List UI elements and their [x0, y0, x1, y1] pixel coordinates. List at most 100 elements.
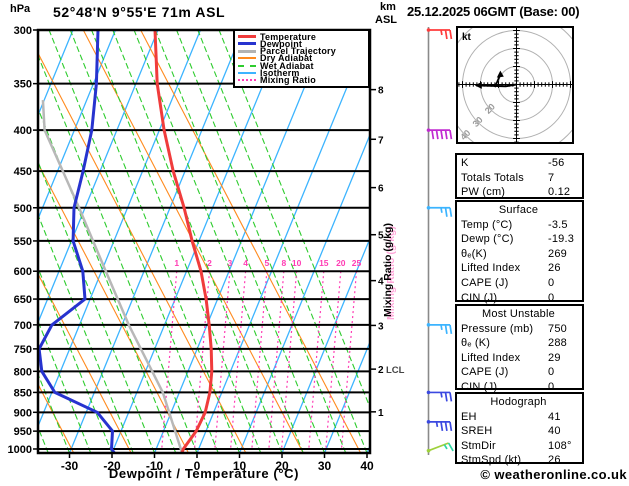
mixing-ratio-line	[230, 271, 247, 450]
panel-block-title: Surface	[498, 204, 539, 216]
panel-block-title: Most Unstable	[482, 308, 555, 320]
panel-row-label: Pressure (mb)	[461, 322, 534, 335]
panel-row-label: StmSpd (kt)	[461, 454, 522, 467]
pressure-tick-label: 600	[14, 266, 32, 278]
panel-row: CAPE (J) 0	[461, 276, 582, 291]
mixing-ratio-value-label: 20	[336, 258, 346, 268]
panel-row-value: 40	[548, 425, 561, 438]
mixing-ratio-lines	[161, 271, 358, 450]
panel-block-indices: K -56 Totals Totals 7 PW (cm) 0.12	[455, 153, 584, 199]
legend-swatch	[238, 35, 256, 38]
wind-barb-half-tick	[440, 207, 443, 213]
panel-block-most-unstable: Most Unstable Pressure (mb) 750 θₑ (K) 288 Li…	[455, 304, 584, 393]
panel-block-surface: Surface Temp (°C) -3.5 Dewp (°C) -19.3 θₑ(K) 2…	[455, 200, 584, 304]
wind-barb-full-tick	[444, 392, 448, 402]
mixing-ratio-value-label: 3	[228, 258, 233, 268]
wind-barb-half-tick	[440, 392, 443, 398]
mixing-ratio-value-label: 5	[264, 258, 269, 268]
legend-item: Mixing Ratio	[238, 75, 368, 86]
panel-row: StmSpd (kt) 26	[461, 453, 582, 468]
pressure-tick-label: 500	[14, 203, 32, 215]
wind-barb	[426, 442, 454, 453]
panel-row: StmDir 108°	[461, 439, 582, 454]
wind-barb-full-tick	[449, 207, 453, 217]
panel-row-label: Lifted Index	[461, 351, 521, 364]
km-tick-label: 2	[378, 365, 384, 376]
panel-row-label: θₑ(K)	[461, 247, 487, 260]
mixing-ratio-value-label: 10	[292, 258, 302, 268]
panel-row: CAPE (J) 0	[461, 365, 582, 380]
hodograph-unit-label: kt	[462, 32, 472, 43]
copyright: © weatheronline.co.uk	[480, 467, 627, 482]
panel-row: Pressure (mb) 750	[461, 322, 582, 337]
panel-row: Totals Totals 7	[461, 171, 582, 186]
panel-row-value: 26	[548, 262, 561, 275]
panel-row-value: -56	[548, 157, 565, 169]
panel-row-label: EH	[461, 410, 477, 423]
wind-barb-half-tick	[443, 444, 448, 450]
pressure-tick-label: 1000	[8, 444, 32, 456]
pressure-tick-label: 700	[14, 320, 32, 332]
panel-row-value: -19.3	[548, 233, 575, 246]
mixing-ratio-line	[268, 271, 285, 450]
panel-row-value: 750	[548, 322, 567, 335]
panel-row-label: Temp (°C)	[461, 218, 513, 231]
wind-barb-full-tick	[449, 421, 453, 431]
panel-row: Lifted Index 26	[461, 261, 582, 276]
legend-swatch	[238, 72, 256, 75]
panel-row-label: K	[461, 157, 469, 169]
mixing-ratio-value-label: 1	[174, 258, 179, 268]
panel-row: Lifted Index 29	[461, 351, 582, 366]
mixing-ratio-line	[308, 271, 325, 450]
panel-row-value: 0	[548, 366, 555, 379]
wind-barb-full-tick	[440, 129, 444, 140]
legend-item: Wet Adiabat	[238, 61, 368, 71]
panel-row-label: CIN (J)	[461, 291, 498, 304]
panel-row-value: 29	[548, 351, 561, 364]
panel-row-label: CAPE (J)	[461, 276, 509, 289]
mixing-ratio-line	[340, 271, 358, 450]
wind-barb	[426, 420, 453, 431]
wind-barb-full-tick	[449, 324, 453, 334]
wind-barb-full-tick	[444, 29, 448, 40]
mixing-ratio-value-label: 4	[243, 258, 248, 268]
pressure-tick-label: 550	[14, 236, 32, 248]
wind-barb-full-tick	[444, 129, 448, 140]
km-tick-label: 3	[378, 321, 384, 332]
panel-row-value: 288	[548, 337, 567, 350]
panel-row-label: CAPE (J)	[461, 366, 509, 379]
valid-datetime: 25.12.2025 06GMT (Base: 00)	[407, 4, 580, 19]
wind-barb-half-tick	[440, 29, 443, 36]
panel-row: θₑ(K) 269	[461, 247, 582, 262]
panel-block-title: Hodograph	[490, 396, 547, 408]
panel-row-label: Dewp (°C)	[461, 233, 514, 246]
pressure-tick-label: 650	[14, 294, 32, 306]
legend-swatch	[238, 64, 256, 67]
panel-row-label: θₑ (K)	[461, 337, 491, 350]
panel-row-value: 0	[548, 291, 555, 304]
panel-row-value: 108°	[548, 439, 572, 452]
wind-barb-full-tick	[447, 442, 454, 452]
panel-row-label: PW (cm)	[461, 186, 506, 199]
legend-label: Mixing Ratio	[260, 75, 316, 86]
panel-block-hodograph: Hodograph EH 41 SREH 40 StmDir 108° StmSpd (kt)…	[455, 392, 584, 466]
mixing-ratio-value-label: 15	[319, 258, 329, 268]
legend-swatch	[238, 42, 256, 46]
legend-item: Temperature	[238, 32, 368, 42]
pressure-gridlines: 300 350 400 450 500 550 600 650 700 750 800 850 900 9…	[8, 25, 370, 456]
wind-barb	[426, 28, 453, 40]
height-axis-unit-asl: ASL	[375, 14, 397, 26]
wind-barb-half-tick	[435, 421, 439, 428]
lcl-label: LCL	[386, 365, 405, 376]
panel-row-label: StmDir	[461, 439, 496, 452]
panel-row: Dewp (°C) -19.3	[461, 232, 582, 247]
km-tick-label: 1	[378, 408, 384, 419]
pressure-tick-label: 300	[14, 25, 32, 37]
panel-row: θₑ (K) 288	[461, 336, 582, 351]
wind-barb-full-tick	[444, 421, 448, 431]
panel-row: Temp (°C) -3.5	[461, 218, 582, 233]
pressure-tick-label: 900	[14, 407, 32, 419]
wind-barb-full-tick	[444, 207, 448, 217]
panel-row-value: 0	[548, 276, 555, 289]
wind-barb-column	[426, 27, 454, 455]
